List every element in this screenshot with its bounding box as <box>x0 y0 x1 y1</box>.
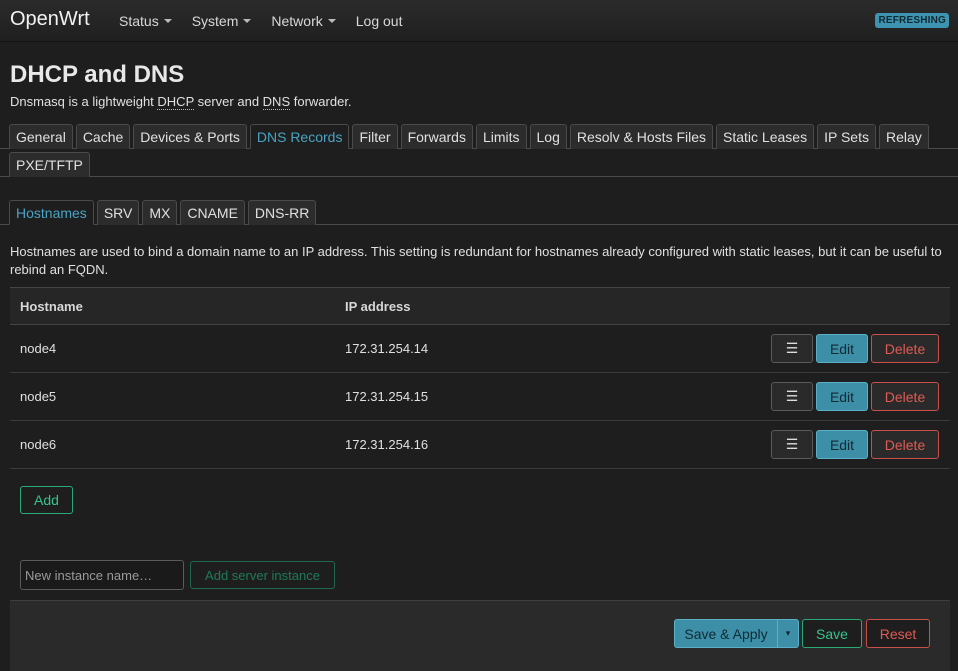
tab-ip-sets[interactable]: IP Sets <box>817 124 876 149</box>
main-tabs-row2: PXE/TFTP <box>0 151 958 177</box>
tab-filter[interactable]: Filter <box>352 124 398 149</box>
tab-log[interactable]: Log <box>529 124 567 149</box>
desc-text: server and <box>194 94 263 109</box>
delete-button[interactable]: Delete <box>871 430 939 459</box>
chevron-down-icon[interactable]: ▾ <box>777 619 799 648</box>
delete-button[interactable]: Delete <box>871 382 939 411</box>
delete-button[interactable]: Delete <box>871 334 939 363</box>
drag-handle-icon[interactable]: ☰ <box>771 430 813 459</box>
tab-static-leases[interactable]: Static Leases <box>716 124 815 149</box>
subtab-hostnames[interactable]: Hostnames <box>9 200 94 225</box>
sub-tabs: Hostnames SRV MX CNAME DNS-RR <box>0 199 958 225</box>
column-hostname: Hostname <box>20 298 83 314</box>
cell-hostname: node4 <box>20 341 57 356</box>
tab-limits[interactable]: Limits <box>475 124 527 149</box>
tab-resolv-hosts[interactable]: Resolv & Hosts Files <box>569 124 714 149</box>
desc-text: forwarder. <box>290 94 352 109</box>
drag-handle-icon[interactable]: ☰ <box>771 334 813 363</box>
cell-ip: 172.31.254.16 <box>345 437 429 452</box>
menu-logout-label: Log out <box>355 13 403 29</box>
add-hostname-button[interactable]: Add <box>20 486 73 514</box>
tab-cache[interactable]: Cache <box>75 124 131 149</box>
row-actions: ☰ Edit Delete <box>765 334 950 363</box>
menu-system[interactable]: System <box>192 13 252 29</box>
drag-handle-icon[interactable]: ☰ <box>771 382 813 411</box>
row-actions: ☰ Edit Delete <box>765 430 950 459</box>
save-button[interactable]: Save <box>802 619 862 648</box>
abbr-dhcp: DHCP <box>157 94 195 110</box>
cell-hostname: node6 <box>20 437 57 452</box>
refreshing-badge[interactable]: REFRESHING <box>875 13 949 28</box>
subtab-mx[interactable]: MX <box>142 200 178 225</box>
menu-logout[interactable]: Log out <box>356 13 403 29</box>
tab-forwards[interactable]: Forwards <box>400 124 473 149</box>
cell-ip: 172.31.254.15 <box>345 389 429 404</box>
page-title: DHCP and DNS <box>10 61 185 88</box>
tab-general[interactable]: General <box>9 124 73 149</box>
row-actions: ☰ Edit Delete <box>765 382 950 411</box>
cell-hostname: node5 <box>20 389 57 404</box>
column-ip-address: IP address <box>345 298 411 314</box>
tab-devices-ports[interactable]: Devices & Ports <box>133 124 247 149</box>
main-tabs-row1: General Cache Devices & Ports DNS Record… <box>0 123 958 149</box>
abbr-dns: DNS <box>262 94 291 110</box>
desc-text: Dnsmasq is a lightweight <box>10 94 158 109</box>
reset-button[interactable]: Reset <box>866 619 930 648</box>
top-navbar: OpenWrt Status System Network Log out RE… <box>0 0 958 42</box>
edit-button[interactable]: Edit <box>816 334 868 363</box>
subtab-cname[interactable]: CNAME <box>180 200 245 225</box>
table-row: node5 172.31.254.15 ☰ Edit Delete <box>10 373 950 421</box>
save-apply-button[interactable]: Save & Apply <box>674 619 778 648</box>
chevron-down-icon <box>327 19 336 23</box>
table-header: Hostname IP address <box>10 288 950 325</box>
chevron-down-icon <box>163 19 172 23</box>
chevron-down-icon <box>243 19 252 23</box>
brand-logo[interactable]: OpenWrt <box>10 8 90 31</box>
tab-pxe-tftp[interactable]: PXE/TFTP <box>9 152 90 177</box>
table-row: node4 172.31.254.14 ☰ Edit Delete <box>10 325 950 373</box>
hostnames-table: Hostname IP address node4 172.31.254.14 … <box>10 287 950 469</box>
table-row: node6 172.31.254.16 ☰ Edit Delete <box>10 421 950 469</box>
page-actions-footer: Save & Apply ▾ Save Reset <box>10 600 950 671</box>
page-description: Dnsmasq is a lightweight DHCP server and… <box>10 94 352 110</box>
subtab-dns-rr[interactable]: DNS-RR <box>247 200 317 225</box>
cell-ip: 172.31.254.14 <box>345 341 429 356</box>
tab-relay[interactable]: Relay <box>878 124 929 149</box>
instance-name-input[interactable] <box>20 560 184 590</box>
menu-status-label: Status <box>119 13 159 29</box>
section-description: Hostnames are used to bind a domain name… <box>10 244 942 277</box>
tab-dns-records[interactable]: DNS Records <box>249 124 350 149</box>
menu-system-label: System <box>191 13 239 29</box>
menu-network[interactable]: Network <box>271 13 336 29</box>
edit-button[interactable]: Edit <box>816 430 868 459</box>
menu-network-label: Network <box>271 13 323 29</box>
subtab-srv[interactable]: SRV <box>96 200 140 225</box>
main-menu: Status System Network Log out <box>119 13 422 29</box>
add-server-instance-button[interactable]: Add server instance <box>190 561 335 589</box>
edit-button[interactable]: Edit <box>816 382 868 411</box>
menu-status[interactable]: Status <box>119 13 172 29</box>
